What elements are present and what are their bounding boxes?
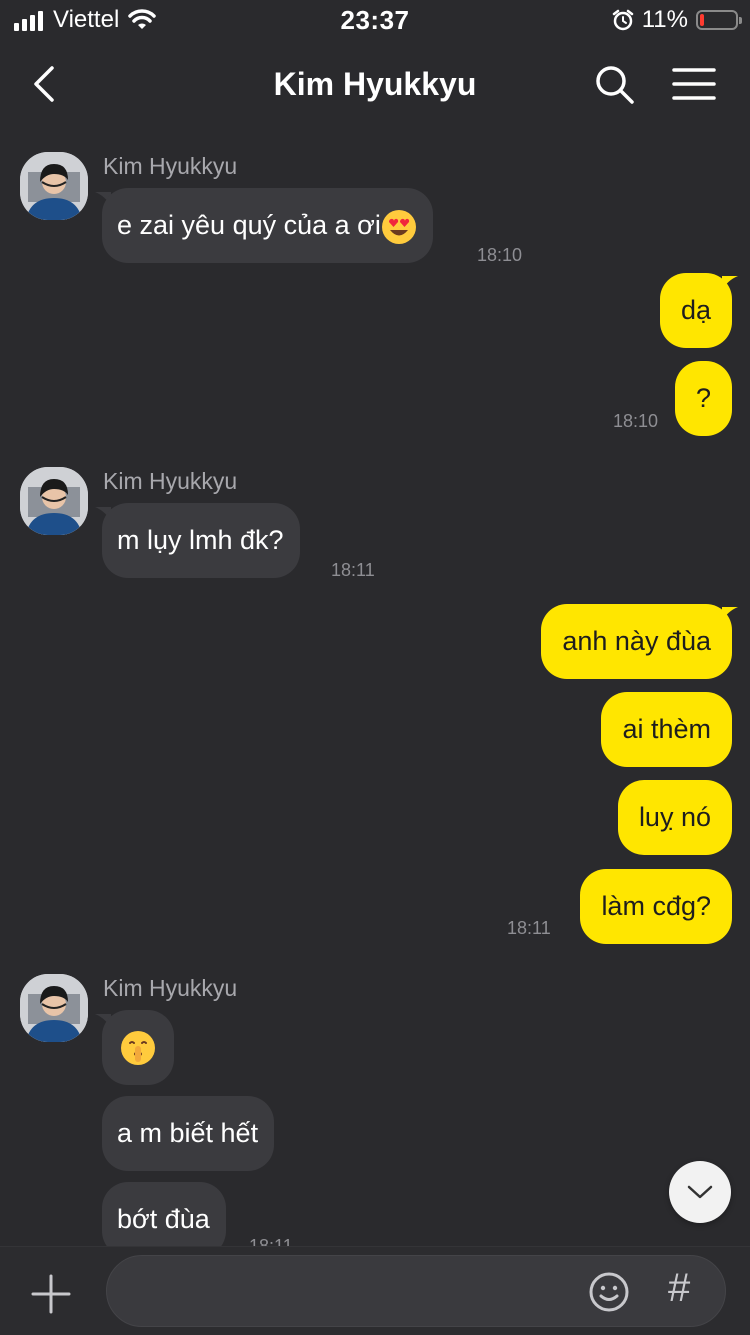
avatar-photo	[20, 467, 88, 535]
message-bubble[interactable]: a m biết hết	[102, 1096, 275, 1171]
message-time: 18:10	[477, 245, 523, 265]
search-icon[interactable]	[592, 62, 636, 106]
message-text: dạ	[680, 295, 711, 325]
plus-icon[interactable]	[30, 1273, 72, 1315]
avatar-photo	[20, 974, 88, 1042]
chat-title: Kim Hyukkyu	[273, 66, 477, 102]
message-time: 18:11	[331, 560, 375, 580]
chevron-down-icon	[687, 1185, 713, 1199]
status-bar: Viettel 23:37 11%	[0, 0, 750, 40]
battery-percent: 11%	[641, 6, 688, 33]
battery-icon	[696, 10, 742, 30]
message-time: 18:10	[613, 411, 659, 431]
message-bubble[interactable]: luỵ nó	[617, 780, 732, 855]
avatar[interactable]	[20, 152, 88, 220]
heart-eyes-emoji	[381, 209, 416, 244]
message-bubble[interactable]	[102, 1010, 174, 1085]
message-time: 18:11	[507, 918, 551, 938]
avatar[interactable]	[20, 467, 88, 535]
message-bubble[interactable]: làm cđg?	[580, 869, 732, 944]
message-bubble[interactable]: m lụy lmh đk?	[102, 503, 300, 578]
sender-name: Kim Hyukkyu	[103, 153, 238, 179]
message-composer: #	[0, 1246, 750, 1335]
message-text: e zai yêu quý của a ơi	[117, 210, 381, 240]
chat-header: Kim Hyukkyu	[0, 40, 750, 130]
message-text: m lụy lmh đk?	[117, 525, 284, 555]
message-text: luỵ nó	[638, 802, 711, 832]
message-text: anh này đùa	[562, 626, 711, 656]
emoji-icon[interactable]	[588, 1271, 630, 1313]
status-right: 11%	[612, 6, 742, 34]
message-text: ai thèm	[622, 714, 711, 744]
message-text: làm cđg?	[601, 891, 711, 921]
sender-name: Kim Hyukkyu	[103, 468, 238, 494]
message-bubble[interactable]: e zai yêu quý của a ơi	[102, 188, 433, 263]
message-input[interactable]	[106, 1255, 726, 1327]
message-bubble[interactable]: ?	[674, 361, 732, 436]
message-bubble[interactable]: anh này đùa	[541, 604, 732, 679]
message-text: ?	[695, 383, 711, 413]
menu-icon[interactable]	[672, 64, 716, 104]
alarm-icon	[612, 9, 633, 31]
shushing-face-emoji	[121, 1031, 155, 1065]
hashtag-icon[interactable]: #	[668, 1265, 690, 1311]
message-text: bớt đùa	[117, 1204, 210, 1234]
avatar-photo	[20, 152, 88, 220]
scroll-to-bottom-button[interactable]	[669, 1161, 731, 1223]
message-bubble[interactable]: ai thèm	[601, 692, 732, 767]
avatar[interactable]	[20, 974, 88, 1042]
sender-name: Kim Hyukkyu	[103, 975, 238, 1001]
message-text: a m biết hết	[117, 1118, 259, 1148]
message-bubble[interactable]: dạ	[659, 273, 732, 348]
